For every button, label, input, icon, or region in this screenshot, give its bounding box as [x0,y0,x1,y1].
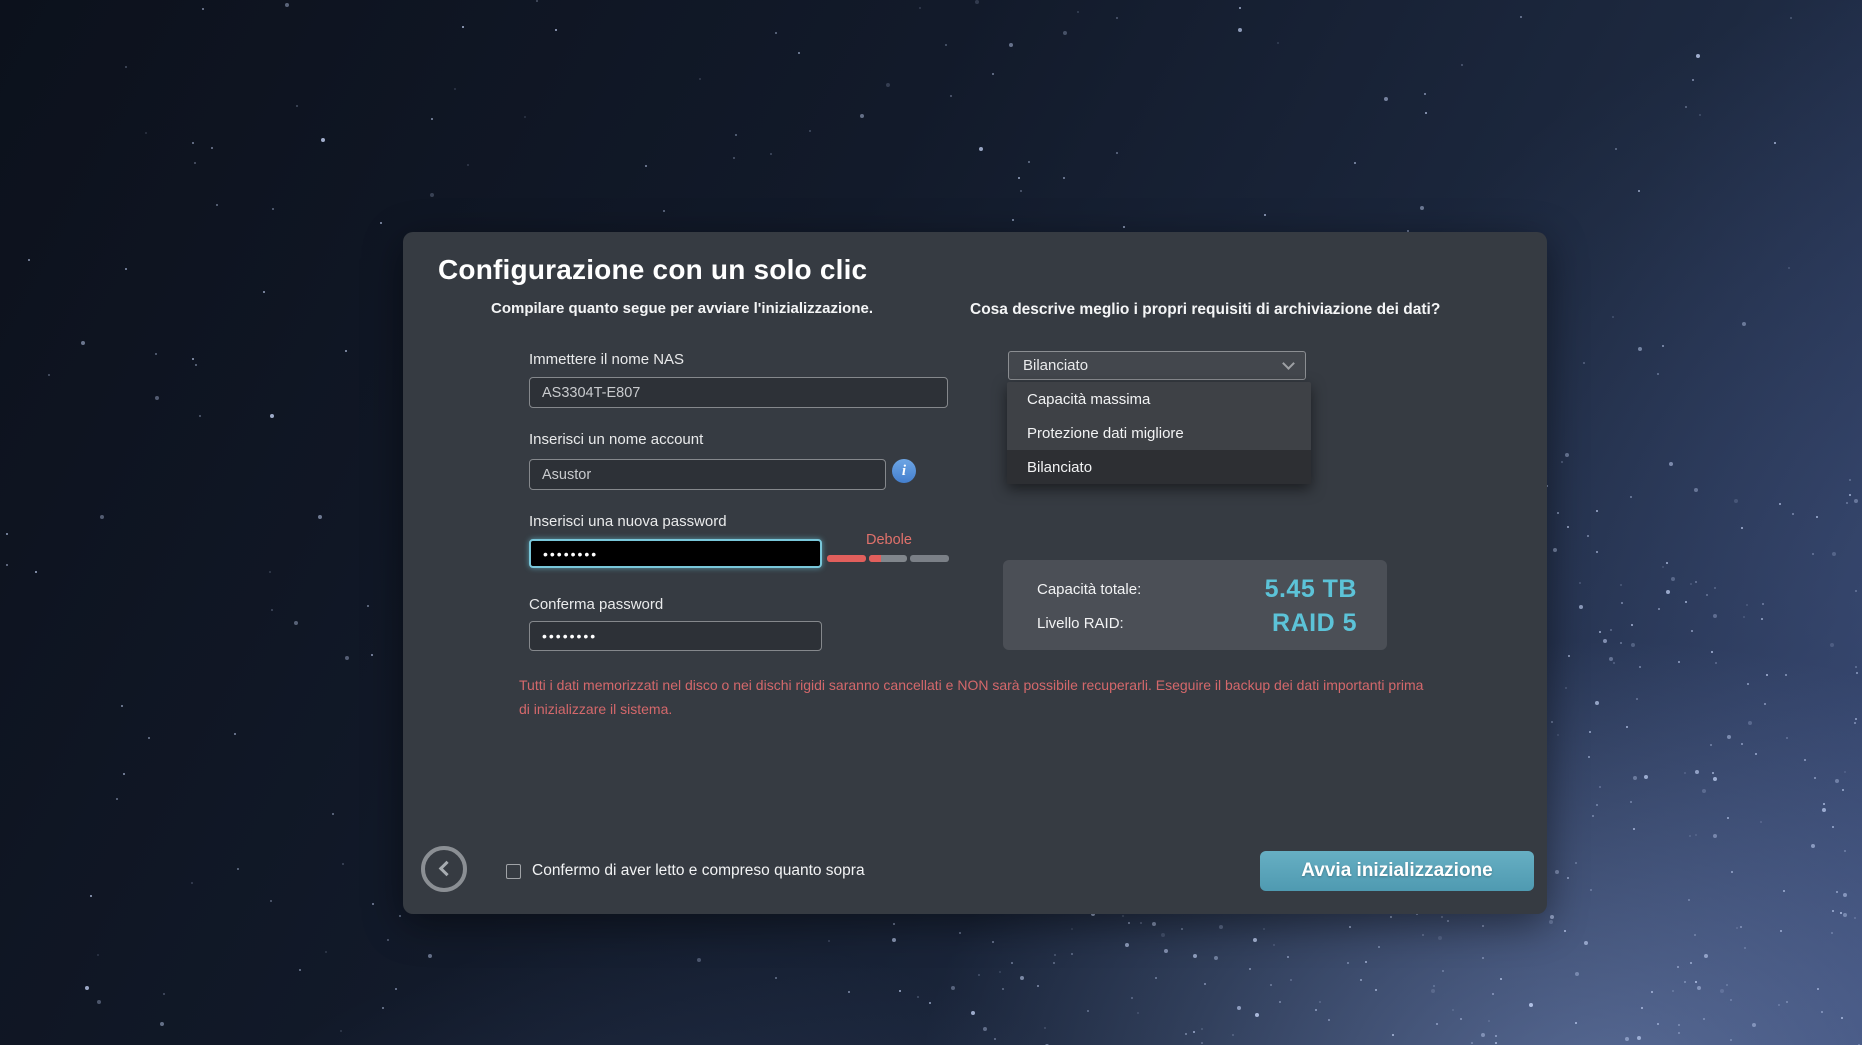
nas-name-label: Immettere il nome NAS [529,351,684,368]
strength-segment-1 [827,555,866,562]
chevron-left-icon [439,861,455,877]
storage-select-value: Bilanciato [1023,357,1284,374]
capacity-row: Capacità totale: 5.45 TB [1037,572,1357,606]
confirm-checkbox-label: Confermo di aver letto e compreso quanto… [532,862,865,880]
option-protezione-dati-migliore[interactable]: Protezione dati migliore [1007,416,1311,450]
data-loss-warning: Tutti i dati memorizzati nel disco o nei… [519,673,1427,721]
nas-name-input[interactable] [529,377,948,408]
password-label: Inserisci una nuova password [529,513,727,530]
storage-question: Cosa descrive meglio i propri requisiti … [970,298,1448,321]
confirm-password-label: Conferma password [529,596,663,613]
strength-segment-2 [869,555,907,562]
storage-select[interactable]: Bilanciato [1008,351,1306,380]
password-strength-label: Debole [866,532,912,548]
start-initialization-button[interactable]: Avvia inizializzazione [1260,851,1534,891]
back-button[interactable] [421,846,467,892]
raid-row: Livello RAID: RAID 5 [1037,606,1357,640]
desktop-background: Configurazione con un solo clic Compilar… [0,0,1862,1045]
confirm-checkbox[interactable] [506,864,521,879]
confirm-password-input[interactable] [529,621,822,651]
chevron-down-icon [1282,357,1295,370]
password-strength-meter [827,555,949,562]
info-icon[interactable]: i [892,459,916,483]
storage-summary-box: Capacità totale: 5.45 TB Livello RAID: R… [1003,560,1387,650]
star-layer-dense [0,0,2,2]
option-bilanciato[interactable]: Bilanciato [1007,450,1311,484]
account-name-label: Inserisci un nome account [529,431,703,448]
setup-wizard-panel: Configurazione con un solo clic Compilar… [403,232,1547,914]
wizard-subtitle: Compilare quanto segue per avviare l'ini… [491,300,873,317]
account-name-input[interactable] [529,459,886,490]
raid-level-label: Livello RAID: [1037,615,1124,632]
strength-segment-3 [910,555,949,562]
raid-level-value: RAID 5 [1272,609,1357,638]
capacity-value: 5.45 TB [1265,575,1357,604]
page-title: Configurazione con un solo clic [438,254,867,286]
storage-options-list: Capacità massima Protezione dati miglior… [1007,382,1311,484]
option-capacita-massima[interactable]: Capacità massima [1007,382,1311,416]
password-input[interactable] [529,539,822,568]
capacity-label: Capacità totale: [1037,581,1141,598]
